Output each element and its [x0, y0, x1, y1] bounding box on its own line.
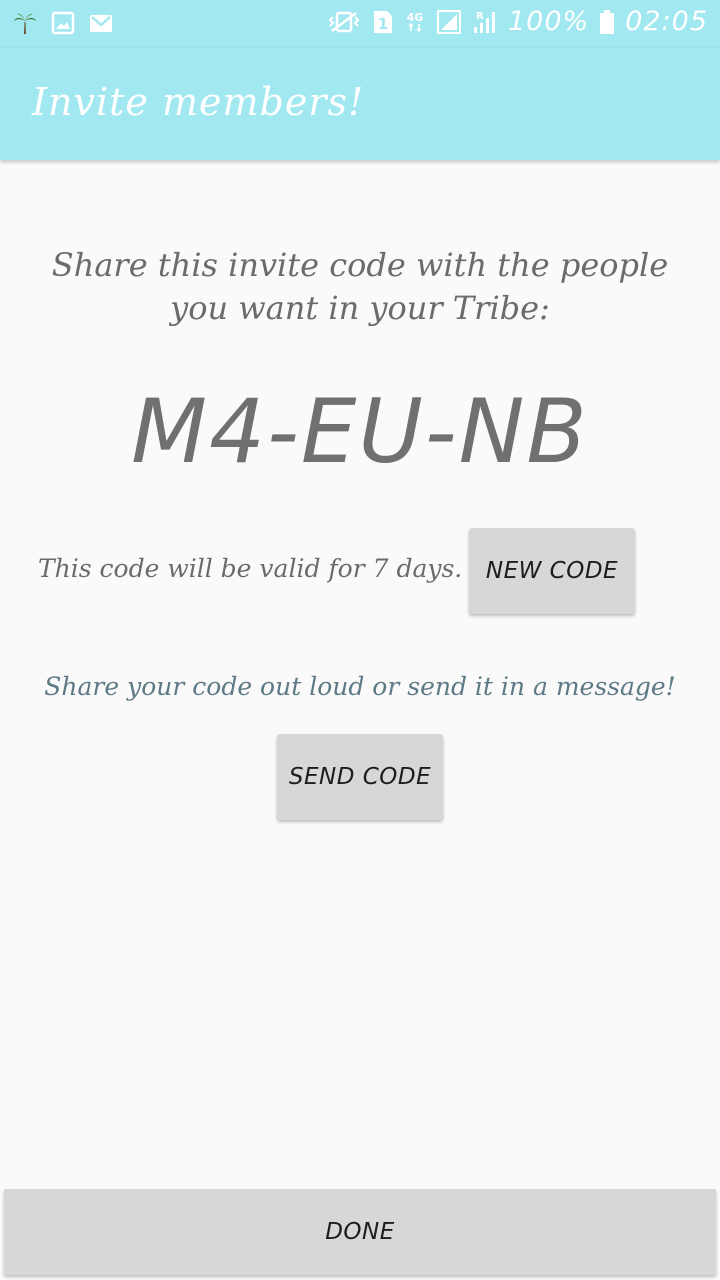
page-title: Invite members! [32, 80, 365, 124]
code-validity-text: This code will be valid for 7 days. [38, 554, 463, 583]
status-bar: 1 4G R 100% 02:05 [0, 0, 720, 48]
app-bar: Invite members! [0, 48, 720, 160]
signal-icon [436, 9, 462, 35]
done-button[interactable]: DONE [4, 1189, 716, 1275]
clock: 02:05 [625, 6, 708, 37]
system-status-icons: 1 4G R 100% 02:05 [326, 6, 708, 37]
battery-percent: 100% [507, 6, 590, 37]
network-label: 4G [407, 11, 424, 24]
notification-icons [12, 10, 114, 36]
vibrate-icon [326, 9, 362, 35]
roaming-label: R [476, 11, 484, 22]
sim-label: 1 [378, 15, 388, 33]
battery-icon [599, 9, 615, 35]
invite-instructions: Share this invite code with the people y… [51, 246, 669, 327]
invite-members-screen: 1 4G R 100% 02:05 Invite members! Share … [0, 0, 720, 1280]
roaming-signal-icon: R [472, 9, 498, 35]
4g-icon: 4G [404, 9, 426, 35]
image-icon [50, 10, 76, 36]
new-code-button[interactable]: NEW CODE [469, 528, 635, 614]
invite-code: M4-EU-NB [131, 380, 589, 483]
share-hint-text: Share your code out loud or send it in a… [44, 672, 676, 701]
send-code-button[interactable]: SEND CODE [277, 734, 443, 820]
sim-1-icon: 1 [372, 9, 394, 35]
palm-tree-icon [12, 10, 38, 36]
gmail-icon [88, 10, 114, 36]
